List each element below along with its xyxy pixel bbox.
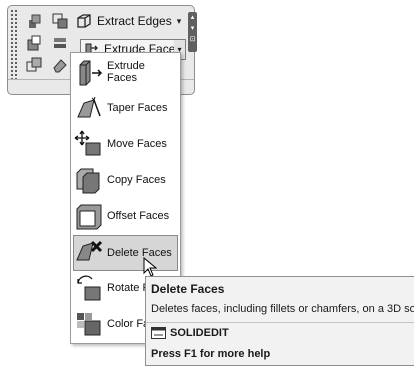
eraser-icon[interactable] [51, 56, 69, 74]
menu-item-delete-faces[interactable]: Delete Faces [73, 235, 178, 271]
copy-faces-icon [74, 165, 104, 195]
tooltip-help-text: Press F1 for more help [151, 348, 271, 360]
rotate-faces-icon [74, 273, 104, 303]
tooltip-title: Delete Faces [151, 282, 225, 296]
menu-item-move-faces[interactable]: Move Faces [74, 127, 177, 161]
menu-item-extrude-faces[interactable]: Extrude Faces [74, 55, 177, 89]
panel-grip[interactable] [10, 9, 19, 79]
mouse-cursor-icon [143, 257, 157, 277]
dropdown-arrow-icon[interactable]: ▾ [177, 16, 182, 27]
menu-item-label: Extrude Faces [107, 60, 145, 84]
tooltip-description: Deletes faces, including fillets or cham… [151, 303, 414, 315]
tooltip-command-name: SOLIDEDIT [170, 327, 229, 339]
menu-item-offset-faces[interactable]: Offset Faces [74, 199, 177, 233]
menu-item-label: Taper Faces [107, 102, 168, 114]
menu-item-label: Copy Faces [107, 174, 166, 186]
subtract-icon[interactable] [25, 34, 43, 52]
union-icon[interactable] [25, 12, 43, 30]
menu-item-label: Color Fa [107, 318, 150, 330]
tooltip-divider [146, 322, 414, 323]
menu-item-label: Offset Faces [107, 210, 170, 222]
tooltip-command: SOLIDEDIT [151, 327, 229, 339]
panel-side-controls[interactable]: ▴ ▾ ⊡ [188, 12, 197, 52]
menu-item-label: Move Faces [107, 138, 167, 150]
menu-item-copy-faces[interactable]: Copy Faces [74, 163, 177, 197]
delete-faces-icon [74, 238, 104, 268]
interfere-icon[interactable] [25, 56, 43, 74]
extract-edges-button[interactable]: Extract Edges ▾ [75, 11, 181, 31]
extract-edges-label: Extract Edges [97, 14, 172, 28]
move-faces-icon [74, 129, 104, 159]
command-line-icon [151, 327, 166, 339]
delete-faces-tooltip: Delete Faces Deletes faces, including fi… [145, 276, 414, 366]
extrude-faces-icon [74, 57, 104, 87]
extract-edges-icon [75, 12, 93, 30]
offset-faces-icon [74, 201, 104, 231]
menu-item-taper-faces[interactable]: Taper Faces [74, 91, 177, 125]
taper-faces-icon [74, 93, 104, 123]
intersect-icon[interactable] [51, 12, 69, 30]
slice-icon[interactable] [51, 34, 69, 52]
color-faces-icon [74, 309, 104, 339]
menu-item-label: Delete Faces [107, 247, 172, 259]
